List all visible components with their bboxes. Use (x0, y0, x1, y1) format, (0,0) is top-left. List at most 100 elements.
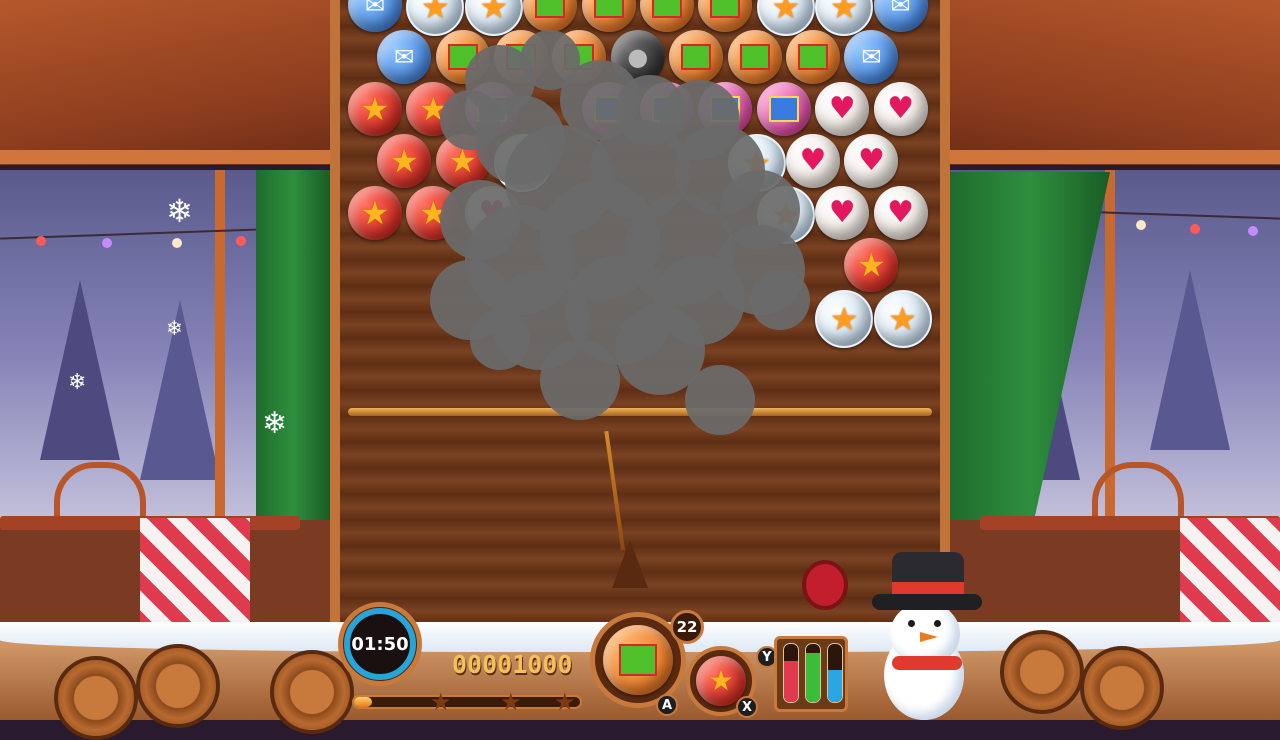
bubble-ice: ★ (873, 290, 932, 348)
gift-icon (535, 0, 566, 18)
gift-icon (798, 44, 828, 70)
power-tube-red (783, 643, 799, 703)
snowman-nose (920, 632, 938, 642)
window-frame (215, 170, 225, 520)
current-bubble-gift-icon (603, 625, 673, 695)
snowman-eye (908, 620, 915, 627)
score-counter: 00001000 (452, 650, 573, 679)
swap-key-badge: A (656, 694, 678, 716)
left-ceiling (0, 0, 330, 165)
ice-icon: ★ (829, 0, 859, 26)
bubble-envelope: ✉ (377, 30, 432, 84)
star-icon: ★ (389, 142, 419, 180)
gift-icon (652, 0, 682, 18)
board-plank (340, 468, 940, 496)
bubble-heart: ♥ (815, 82, 870, 136)
string-light (1136, 220, 1146, 230)
string-light (236, 236, 246, 246)
bubble-heart: ♥ (786, 134, 840, 188)
heart-icon: ♥ (828, 195, 856, 230)
progress-star-icon: ★ (430, 688, 452, 716)
star-icon: ★ (360, 194, 390, 232)
gift-icon (593, 0, 624, 18)
snowman-hat-band (892, 582, 964, 594)
shots-remaining-badge: 22 (670, 610, 704, 644)
ice-icon: ★ (829, 300, 859, 338)
smoke-puff (750, 270, 810, 330)
envelope-icon: ✉ (890, 0, 911, 19)
ceiling-beam (950, 150, 1280, 164)
heart-icon: ♥ (887, 91, 915, 126)
barrel-decoration (54, 656, 138, 740)
gift-icon (739, 44, 770, 70)
barrel-decoration (1080, 646, 1164, 730)
bubble-gift (727, 30, 782, 84)
snowflake-icon: ❄ (68, 370, 87, 395)
string-light (1190, 224, 1200, 234)
gift-icon (681, 44, 712, 70)
ice-icon: ★ (771, 0, 801, 26)
bubble-envelope: ✉ (844, 30, 899, 84)
heart-icon: ♥ (799, 143, 827, 178)
right-ceiling (950, 0, 1280, 165)
level-progress-bar: ★ ★ ★ (352, 688, 582, 716)
deadline-bar (348, 408, 932, 416)
heart-icon: ♥ (828, 91, 856, 126)
barrel-decoration (1000, 630, 1084, 714)
string-light (172, 238, 182, 248)
power-tube-blue (827, 643, 843, 703)
star-icon: ★ (708, 664, 734, 697)
pine-tree (1150, 270, 1230, 450)
power-tubes[interactable] (774, 636, 848, 712)
bubble-gift (669, 30, 724, 84)
string-light (36, 236, 46, 246)
star-icon: ★ (857, 246, 886, 284)
checkered-tablecloth (1180, 518, 1280, 630)
snowman-hat-brim (872, 594, 982, 610)
power-tube-fill (806, 652, 820, 702)
gift-icon (768, 96, 799, 122)
string-light (1248, 226, 1258, 236)
barrel-decoration (136, 644, 220, 728)
envelope-icon: ✉ (394, 43, 415, 71)
heart-icon: ♥ (857, 143, 885, 178)
star-icon: ★ (360, 90, 390, 128)
snowflake-icon: ❄ (166, 192, 193, 230)
ice-icon: ★ (479, 0, 509, 26)
bubble-heart: ♥ (873, 82, 928, 136)
bubble-star: ★ (844, 238, 899, 292)
power-tube-fill (784, 661, 798, 702)
smoke-puff (685, 365, 755, 435)
envelope-icon: ✉ (364, 0, 386, 19)
power-tube-green (805, 643, 821, 703)
board-plank (340, 494, 940, 522)
board-plank (340, 442, 940, 470)
snowman-eye (934, 620, 941, 627)
pressure-gauge-icon (802, 560, 848, 610)
snowflake-icon: ❄ (166, 316, 183, 340)
bomb-icon: ● (627, 43, 649, 71)
bubble-star: ★ (348, 186, 402, 240)
bubble-heart: ♥ (815, 186, 870, 240)
ice-icon: ★ (888, 300, 917, 338)
gift-icon (619, 644, 657, 676)
smoke-puff (470, 310, 530, 370)
bubble-ice: ★ (815, 290, 874, 348)
bubble-star: ★ (348, 82, 402, 136)
checkered-tablecloth (140, 518, 250, 630)
progress-star-icon: ★ (500, 688, 522, 716)
string-light (102, 238, 112, 248)
bubble-heart: ♥ (844, 134, 899, 188)
heart-icon: ♥ (887, 195, 915, 230)
next-key-badge: X (736, 696, 758, 718)
bubble-gift-pink (756, 82, 811, 136)
bubble-heart: ♥ (873, 186, 928, 240)
power-tube-fill (828, 670, 842, 702)
bubble-gift (786, 30, 840, 84)
progress-star-icon: ★ (554, 688, 576, 716)
bubble-launcher-arrow[interactable] (612, 540, 648, 588)
envelope-icon: ✉ (861, 43, 882, 71)
timer: 01:50 (338, 602, 422, 686)
timer-text: 01:50 (344, 608, 416, 680)
ice-icon: ★ (421, 0, 450, 26)
